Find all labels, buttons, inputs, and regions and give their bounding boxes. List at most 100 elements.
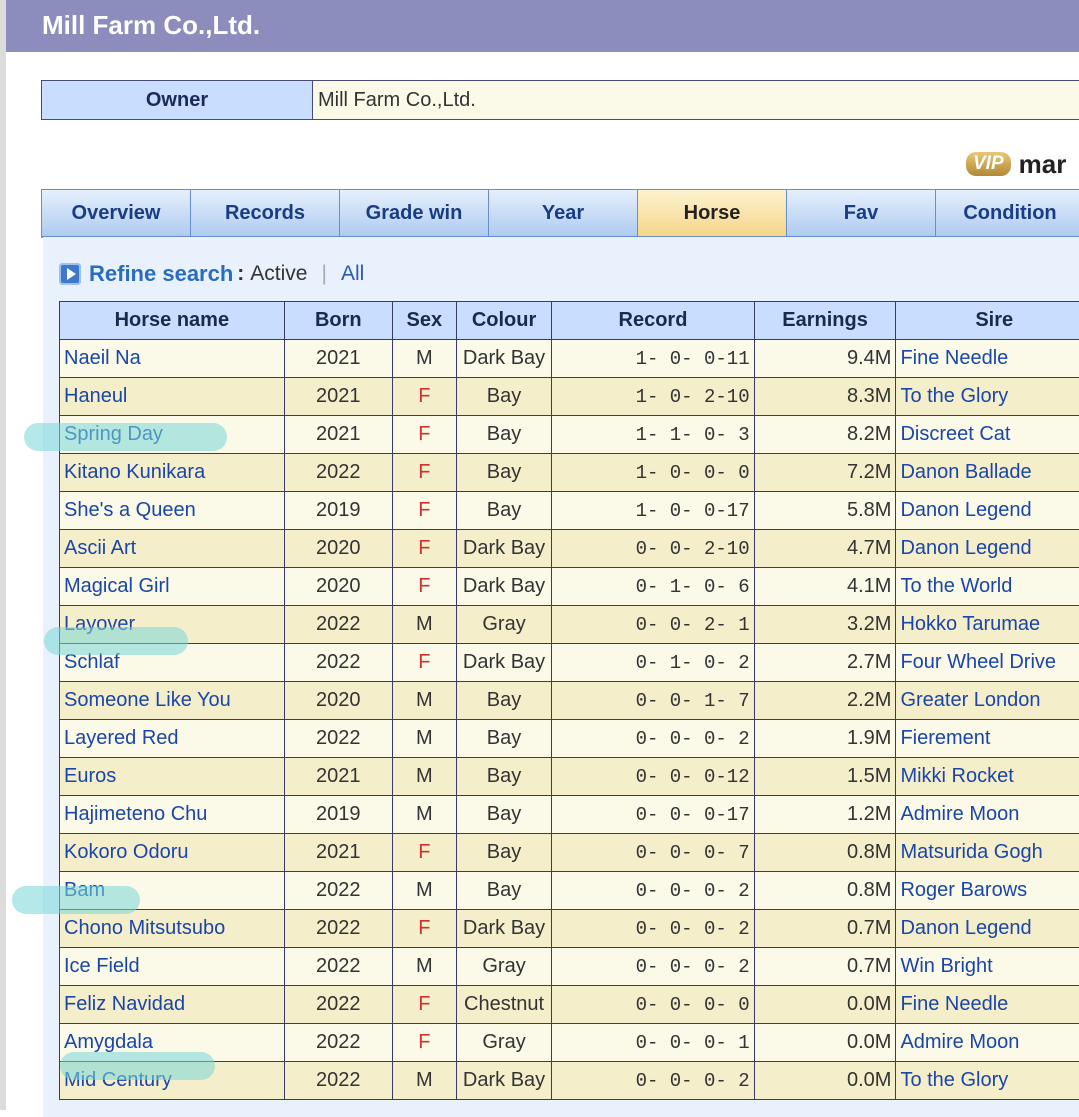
earnings-cell: 2.7M — [754, 644, 896, 682]
horse-name-cell-link[interactable]: Layover — [64, 613, 135, 635]
tab-year[interactable]: Year — [489, 190, 638, 238]
sire-cell-link[interactable]: Four Wheel Drive — [900, 651, 1056, 673]
record-cell: 0- 0- 0-12 — [552, 758, 754, 796]
horse-name-cell-link[interactable]: Schlaf — [64, 651, 120, 673]
sire-cell-link[interactable]: Danon Legend — [900, 917, 1031, 939]
owner-value: Mill Farm Co.,Ltd. — [313, 81, 1079, 119]
column-header-colour[interactable]: Colour — [456, 302, 552, 340]
sex-cell: F — [392, 530, 456, 568]
play-icon[interactable] — [59, 263, 81, 285]
horse-name-cell-link[interactable]: Kokoro Odoru — [64, 841, 189, 863]
column-header-record[interactable]: Record — [552, 302, 754, 340]
sire-cell-link[interactable]: Roger Barows — [900, 879, 1027, 901]
horse-name-cell: Someone Like You — [60, 682, 285, 720]
column-header-sex[interactable]: Sex — [392, 302, 456, 340]
sex-cell: M — [392, 1062, 456, 1100]
horse-name-cell-link[interactable]: Euros — [64, 765, 116, 787]
colour-cell: Dark Bay — [456, 910, 552, 948]
table-row: Hajimeteno Chu2019MBay0- 0- 0-171.2MAdmi… — [60, 796, 1079, 834]
colour-cell: Bay — [456, 454, 552, 492]
sex-cell: M — [392, 606, 456, 644]
horse-name-cell: Spring Day — [60, 416, 285, 454]
page-edge — [0, 0, 6, 1110]
colour-cell: Gray — [456, 606, 552, 644]
tab-records[interactable]: Records — [191, 190, 340, 238]
refine-search-label[interactable]: Refine search — [89, 261, 233, 287]
sire-cell-link[interactable]: Admire Moon — [900, 1031, 1019, 1053]
column-header-earnings[interactable]: Earnings — [754, 302, 896, 340]
sire-cell-link[interactable]: Win Bright — [900, 955, 992, 977]
record-cell: 0- 0- 0- 2 — [552, 1062, 754, 1100]
horse-name-cell-link[interactable]: Chono Mitsutsubo — [64, 917, 225, 939]
colour-cell: Bay — [456, 416, 552, 454]
filter-all-link[interactable]: All — [341, 262, 364, 286]
earnings-cell: 1.2M — [754, 796, 896, 834]
horse-name-cell-link[interactable]: Someone Like You — [64, 689, 231, 711]
record-cell: 0- 0- 0- 2 — [552, 910, 754, 948]
horse-name-cell-link[interactable]: Ascii Art — [64, 537, 136, 559]
sex-cell: M — [392, 758, 456, 796]
horse-name-cell-link[interactable]: Haneul — [64, 385, 127, 407]
owner-row: Owner Mill Farm Co.,Ltd. — [41, 80, 1079, 120]
sex-cell: F — [392, 834, 456, 872]
horse-name-cell: Kitano Kunikara — [60, 454, 285, 492]
horse-name-cell-link[interactable]: Feliz Navidad — [64, 993, 185, 1015]
sire-cell-link[interactable]: Danon Legend — [900, 499, 1031, 521]
horse-name-cell-link[interactable]: Magical Girl — [64, 575, 170, 597]
sire-cell-link[interactable]: Discreet Cat — [900, 423, 1010, 445]
earnings-cell: 3.2M — [754, 606, 896, 644]
tab-overview[interactable]: Overview — [42, 190, 191, 238]
filter-active[interactable]: Active — [250, 262, 307, 286]
earnings-cell: 0.7M — [754, 910, 896, 948]
sire-cell-link[interactable]: To the Glory — [900, 385, 1008, 407]
sire-cell-link[interactable]: To the Glory — [900, 1069, 1008, 1091]
sire-cell: Matsurida Gogh — [896, 834, 1079, 872]
tab-horse[interactable]: Horse — [638, 190, 787, 238]
horse-name-cell-link[interactable]: Amygdala — [64, 1031, 153, 1053]
record-cell: 0- 0- 0- 1 — [552, 1024, 754, 1062]
sire-cell-link[interactable]: To the World — [900, 575, 1012, 597]
record-cell: 0- 0- 0- 0 — [552, 986, 754, 1024]
colour-cell: Bay — [456, 872, 552, 910]
tab-fav[interactable]: Fav — [787, 190, 936, 238]
column-header-born[interactable]: Born — [284, 302, 392, 340]
column-header-horse-name[interactable]: Horse name — [60, 302, 285, 340]
sire-cell: Admire Moon — [896, 796, 1079, 834]
sire-cell: Mikki Rocket — [896, 758, 1079, 796]
table-row: Ice Field2022MGray0- 0- 0- 20.7MWin Brig… — [60, 948, 1079, 986]
refine-search: Refine search : Active | All — [59, 261, 364, 287]
sire-cell-link[interactable]: Danon Legend — [900, 537, 1031, 559]
sire-cell-link[interactable]: Fierement — [900, 727, 990, 749]
sire-cell-link[interactable]: Hokko Tarumae — [900, 613, 1040, 635]
sire-cell-link[interactable]: Admire Moon — [900, 803, 1019, 825]
horse-name-cell-link[interactable]: Spring Day — [64, 423, 163, 445]
column-header-sire[interactable]: Sire — [896, 302, 1079, 340]
horse-name-cell-link[interactable]: Mid Century — [64, 1069, 172, 1091]
sire-cell-link[interactable]: Matsurida Gogh — [900, 841, 1042, 863]
tab-condition[interactable]: Condition — [936, 190, 1079, 238]
sex-cell: F — [392, 492, 456, 530]
horse-name-cell-link[interactable]: She's a Queen — [64, 499, 196, 521]
sire-cell-link[interactable]: Greater London — [900, 689, 1040, 711]
record-cell: 0- 0- 0- 7 — [552, 834, 754, 872]
sire-cell: Fine Needle — [896, 340, 1079, 378]
sire-cell-link[interactable]: Danon Ballade — [900, 461, 1031, 483]
horse-name-cell-link[interactable]: Ice Field — [64, 955, 140, 977]
colour-cell: Bay — [456, 758, 552, 796]
horse-name-cell-link[interactable]: Hajimeteno Chu — [64, 803, 207, 825]
sire-cell-link[interactable]: Fine Needle — [900, 993, 1008, 1015]
horse-name-cell-link[interactable]: Layered Red — [64, 727, 179, 749]
horse-name-cell-link[interactable]: Kitano Kunikara — [64, 461, 205, 483]
horse-name-cell-link[interactable]: Bam — [64, 879, 105, 901]
born-cell: 2021 — [284, 416, 392, 454]
table-row: Euros2021MBay0- 0- 0-121.5MMikki Rocket — [60, 758, 1079, 796]
tab-grade-win[interactable]: Grade win — [340, 190, 489, 238]
sire-cell-link[interactable]: Mikki Rocket — [900, 765, 1013, 787]
horse-name-cell-link[interactable]: Naeil Na — [64, 347, 141, 369]
table-row: Amygdala2022FGray0- 0- 0- 10.0MAdmire Mo… — [60, 1024, 1079, 1062]
record-cell: 1- 0- 0- 0 — [552, 454, 754, 492]
vip-banner[interactable]: VIP mar — [966, 150, 1066, 178]
record-cell: 0- 0- 2-10 — [552, 530, 754, 568]
horse-name-cell: Hajimeteno Chu — [60, 796, 285, 834]
sire-cell-link[interactable]: Fine Needle — [900, 347, 1008, 369]
